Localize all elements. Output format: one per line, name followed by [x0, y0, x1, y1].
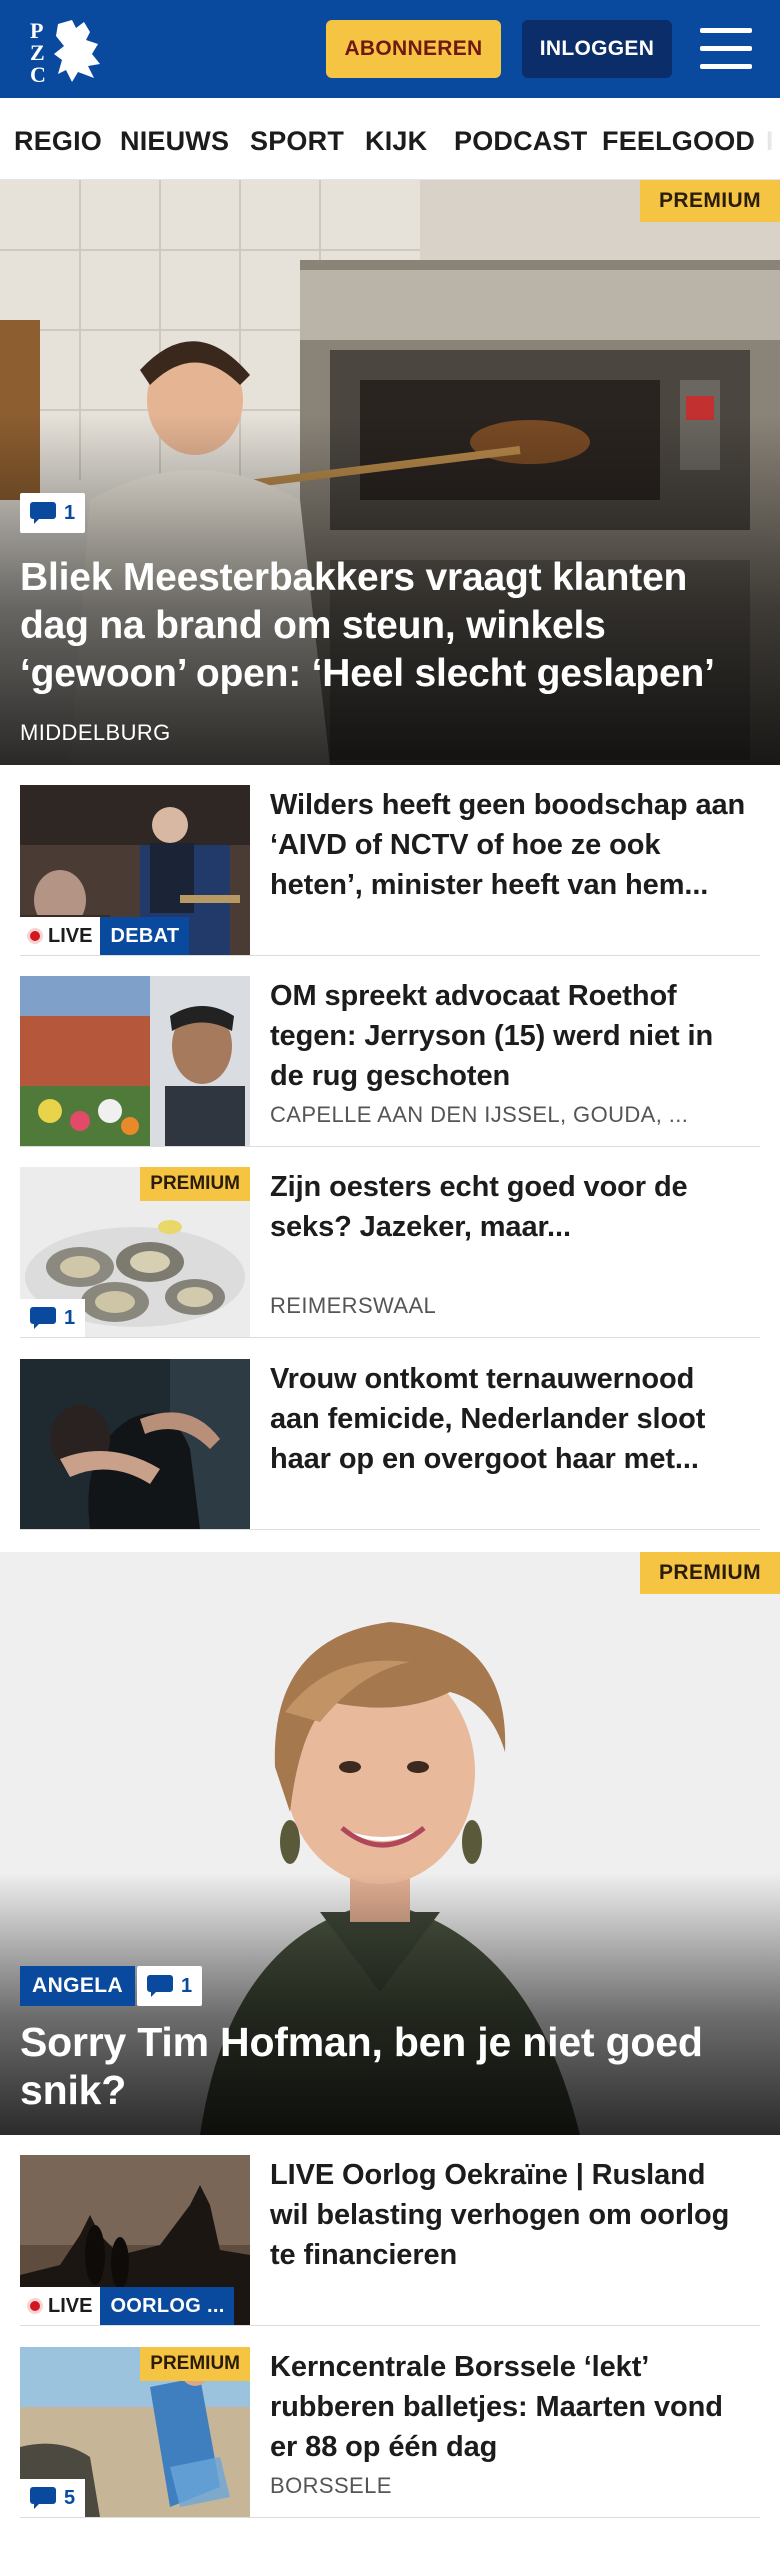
- comment-count-badge[interactable]: 1: [20, 493, 86, 533]
- nav-item-podcast[interactable]: PODCAST: [454, 126, 587, 157]
- article-thumbnail: LIVE DEBAT: [20, 785, 250, 955]
- live-dot-icon: [30, 2301, 40, 2311]
- nav-item-sport[interactable]: SPORT: [250, 126, 344, 157]
- nav-item-feelgood[interactable]: FEELGOOD: [602, 126, 755, 157]
- hero-article-column[interactable]: PREMIUM ANGELA 1 Sorry Tim Hofman, ben j…: [0, 1552, 780, 2135]
- svg-text:C: C: [30, 62, 46, 86]
- comment-icon: [147, 1975, 173, 1997]
- article-title[interactable]: Kerncentrale Borssele ‘lekt’ rubberen ba…: [270, 2347, 750, 2467]
- comment-count-badge[interactable]: 1: [20, 1299, 86, 1337]
- comment-icon: [30, 502, 56, 524]
- article-thumbnail: [20, 1359, 250, 1529]
- article-title[interactable]: Zijn oesters echt goed voor de seks? Jaz…: [270, 1167, 750, 1247]
- nav-item-kijk[interactable]: KIJK: [365, 126, 427, 157]
- pzc-logo[interactable]: P Z C: [28, 14, 112, 86]
- comment-count: 1: [181, 1974, 193, 1997]
- comment-count-badge[interactable]: 5: [20, 2479, 86, 2517]
- live-dot-icon: [30, 931, 40, 941]
- article-title[interactable]: OM spreekt advocaat Roethof tegen: Jerry…: [270, 976, 750, 1096]
- nav-item-regio[interactable]: REGIO: [14, 126, 102, 157]
- list-item[interactable]: OM spreekt advocaat Roethof tegen: Jerry…: [20, 976, 760, 1147]
- list-item[interactable]: LIVE DEBAT Wilders heeft geen boodschap …: [20, 785, 760, 956]
- list-item[interactable]: LIVE OORLOG ... LIVE Oorlog Oekraïne | R…: [20, 2155, 760, 2326]
- hero-article-bakery[interactable]: PREMIUM 1 Bliek Meesterbakkers vraagt kl…: [0, 180, 780, 765]
- column-label[interactable]: ANGELA: [20, 1966, 136, 2006]
- comment-icon: [30, 1307, 56, 1329]
- article-thumbnail: PREMIUM 5: [20, 2347, 250, 2517]
- comment-count: 1: [64, 501, 76, 524]
- subscribe-button[interactable]: ABONNEREN: [326, 20, 501, 78]
- hero-headline[interactable]: Sorry Tim Hofman, ben je niet goed snik?: [20, 2018, 760, 2114]
- list-item[interactable]: PREMIUM 5 Kerncentrale Borssele ‘lekt’ r…: [20, 2347, 760, 2518]
- premium-badge: PREMIUM: [640, 1552, 780, 1594]
- list-item[interactable]: PREMIUM 1 Zijn oesters echt goed voor de…: [20, 1167, 760, 1338]
- hamburger-menu-icon[interactable]: [700, 26, 752, 72]
- hero-headline[interactable]: Bliek Meesterbakkers vraagt klanten dag …: [20, 554, 760, 698]
- nav-item-nieuws[interactable]: NIEUWS: [120, 126, 229, 157]
- category-label: DEBAT: [100, 917, 190, 955]
- live-label: LIVE OORLOG ...: [20, 2287, 235, 2325]
- article-thumbnail: PREMIUM 1: [20, 1167, 250, 1337]
- comment-icon: [30, 2487, 56, 2509]
- article-location: CAPELLE AAN DEN IJSSEL, GOUDA, ...: [270, 1102, 689, 1127]
- nav-fade: [750, 98, 780, 179]
- article-location: REIMERSWAAL: [270, 1293, 437, 1318]
- article-title[interactable]: LIVE Oorlog Oekraïne | Rusland wil belas…: [270, 2155, 750, 2275]
- live-label: LIVE DEBAT: [20, 917, 190, 955]
- premium-badge: PREMIUM: [140, 1167, 250, 1201]
- comment-count: 5: [64, 2486, 76, 2509]
- comment-count-badge[interactable]: 1: [137, 1966, 203, 2006]
- section-nav: REGIO NIEUWS SPORT KIJK PODCAST FEELGOOD…: [0, 98, 780, 180]
- article-title[interactable]: Vrouw ontkomt ternauwernood aan femicide…: [270, 1359, 750, 1479]
- article-thumbnail: LIVE OORLOG ...: [20, 2155, 250, 2325]
- premium-badge: PREMIUM: [140, 2347, 250, 2381]
- category-label: OORLOG ...: [100, 2287, 235, 2325]
- live-text: LIVE: [48, 2294, 93, 2317]
- login-button[interactable]: INLOGGEN: [522, 20, 672, 78]
- live-text: LIVE: [48, 924, 93, 947]
- article-thumbnail: [20, 976, 250, 1146]
- premium-badge: PREMIUM: [640, 180, 780, 222]
- article-title[interactable]: Wilders heeft geen boodschap aan ‘AIVD o…: [270, 785, 750, 905]
- article-location: BORSSELE: [270, 2473, 392, 2498]
- top-bar: P Z C ABONNEREN INLOGGEN: [0, 0, 780, 98]
- comment-count: 1: [64, 1306, 76, 1329]
- list-item[interactable]: Vrouw ontkomt ternauwernood aan femicide…: [20, 1359, 760, 1530]
- hero-location: MIDDELBURG: [20, 720, 171, 745]
